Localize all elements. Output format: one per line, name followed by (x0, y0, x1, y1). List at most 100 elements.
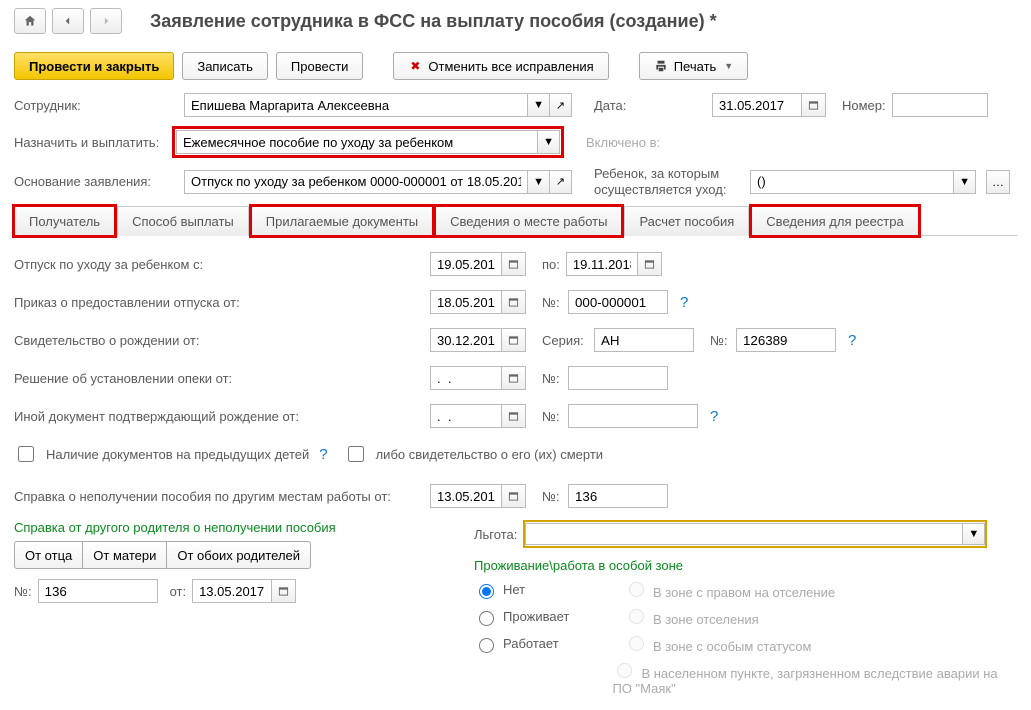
arrow-right-icon (99, 14, 113, 28)
radio-zone3-label: В зоне с особым статусом (653, 639, 811, 654)
no-receipt-cal[interactable] (502, 484, 526, 508)
page-title: Заявление сотрудника в ФСС на выплату по… (150, 11, 717, 32)
number-input[interactable] (892, 93, 988, 117)
benefit-dropdown[interactable]: ▼ (963, 523, 985, 545)
from-father-button[interactable]: От отца (14, 541, 83, 569)
tab-workplace-info[interactable]: Сведения о месте работы (435, 206, 622, 236)
benefit-highlight: ▼ (523, 520, 987, 548)
cancel-label: Отменить все исправления (428, 59, 593, 74)
assign-input[interactable] (176, 130, 538, 154)
prev-children-checkbox[interactable] (18, 446, 34, 462)
guardianship-cal[interactable] (502, 366, 526, 390)
back-button[interactable] (52, 8, 84, 34)
calendar-icon (508, 334, 519, 346)
print-button[interactable]: Печать ▼ (639, 52, 749, 80)
forward-button[interactable] (90, 8, 122, 34)
save-button[interactable]: Записать (182, 52, 268, 80)
birth-cert-num-label: №: (710, 333, 730, 348)
order-date-input[interactable] (430, 290, 502, 314)
tabs: Получатель Способ выплаты Прилагаемые до… (14, 205, 1017, 236)
prev-children-help-icon[interactable]: ? (319, 446, 327, 463)
home-button[interactable] (14, 8, 46, 34)
guardianship-label: Решение об установлении опеки от: (14, 371, 424, 386)
number-label: Номер: (842, 98, 886, 113)
date-calendar-button[interactable] (802, 93, 826, 117)
assign-dropdown[interactable]: ▼ (538, 130, 560, 154)
other-doc-help-icon[interactable]: ? (710, 408, 718, 425)
arrow-left-icon (61, 14, 75, 28)
radio-zone1-label: В зоне с правом на отселение (653, 585, 835, 600)
radio-lives[interactable] (479, 611, 494, 626)
assign-highlight: ▼ (172, 126, 564, 158)
death-cert-checkbox[interactable] (348, 446, 364, 462)
death-cert-label: либо свидетельство о его (их) смерти (376, 447, 603, 462)
tab-recipient[interactable]: Получатель (14, 206, 115, 236)
included-label: Включено в: (586, 135, 660, 150)
guardianship-num-label: №: (542, 371, 562, 386)
leave-from-input[interactable] (430, 252, 502, 276)
cancel-corrections-button[interactable]: Отменить все исправления (393, 52, 608, 80)
date-input[interactable] (712, 93, 802, 117)
no-receipt-date-input[interactable] (430, 484, 502, 508)
radio-zone1 (629, 582, 644, 597)
birth-cert-series-input[interactable] (594, 328, 694, 352)
benefit-input[interactable] (525, 523, 963, 545)
child-input[interactable] (750, 170, 954, 194)
other-doc-cal[interactable] (502, 404, 526, 428)
leave-to-input[interactable] (566, 252, 638, 276)
other-doc-num-label: №: (542, 409, 562, 424)
child-dropdown[interactable]: ▼ (954, 170, 976, 194)
calendar-icon (508, 490, 519, 502)
other-parent-link[interactable]: Справка от другого родителя о неполучени… (14, 520, 336, 535)
employee-dropdown[interactable]: ▼ (528, 93, 550, 117)
basis-input[interactable] (184, 170, 528, 194)
printer-icon (654, 59, 668, 73)
other-doc-label: Иной документ подтверждающий рождение от… (14, 409, 424, 424)
radio-no[interactable] (479, 584, 494, 599)
post-button[interactable]: Провести (276, 52, 364, 80)
basis-open[interactable]: ↗ (550, 170, 572, 194)
birth-cert-num-input[interactable] (736, 328, 836, 352)
tab-payment-method[interactable]: Способ выплаты (117, 206, 249, 236)
no-receipt-num-input[interactable] (568, 484, 668, 508)
other-doc-date-input[interactable] (430, 404, 502, 428)
calendar-icon (508, 296, 519, 308)
calendar-icon (508, 410, 519, 422)
to-label: по: (542, 257, 560, 272)
date-label: Дата: (594, 98, 640, 113)
calendar-icon (808, 99, 819, 111)
tab-attached-docs[interactable]: Прилагаемые документы (251, 206, 433, 236)
radio-lives-label: Проживает (503, 609, 569, 624)
post-and-close-button[interactable]: Провести и закрыть (14, 52, 174, 80)
from-mother-button[interactable]: От матери (82, 541, 167, 569)
tab-benefit-calc[interactable]: Расчет пособия (624, 206, 749, 236)
ref-date-input[interactable] (192, 579, 272, 603)
employee-input[interactable] (184, 93, 528, 117)
order-help-icon[interactable]: ? (680, 294, 688, 311)
ref-date-cal[interactable] (272, 579, 296, 603)
child-details-button[interactable]: … (986, 170, 1010, 194)
birth-cert-cal[interactable] (502, 328, 526, 352)
other-doc-num-input[interactable] (568, 404, 698, 428)
ref-num-input[interactable] (38, 579, 158, 603)
order-date-cal[interactable] (502, 290, 526, 314)
from-both-button[interactable]: От обоих родителей (166, 541, 311, 569)
leave-from-cal[interactable] (502, 252, 526, 276)
birth-cert-date-input[interactable] (430, 328, 502, 352)
radio-zone2-label: В зоне отселения (653, 612, 759, 627)
basis-dropdown[interactable]: ▼ (528, 170, 550, 194)
employee-open[interactable]: ↗ (550, 93, 572, 117)
order-num-input[interactable] (568, 290, 668, 314)
order-label: Приказ о предоставлении отпуска от: (14, 295, 424, 310)
guardianship-num-input[interactable] (568, 366, 668, 390)
birth-cert-help-icon[interactable]: ? (848, 332, 856, 349)
tab-registry-info[interactable]: Сведения для реестра (751, 206, 918, 236)
calendar-icon (644, 258, 655, 270)
radio-works-label: Работает (503, 636, 559, 651)
guardianship-date-input[interactable] (430, 366, 502, 390)
benefit-label: Льгота: (474, 527, 517, 542)
cancel-icon (408, 59, 422, 73)
leave-to-cal[interactable] (638, 252, 662, 276)
assign-label: Назначить и выплатить: (14, 135, 166, 150)
radio-works[interactable] (479, 638, 494, 653)
